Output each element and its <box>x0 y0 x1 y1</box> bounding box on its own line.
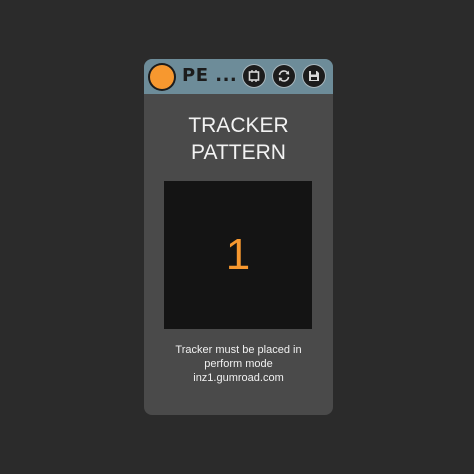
device-heading: TRACKER PATTERN <box>144 112 333 166</box>
device-title[interactable]: PE ... <box>182 64 237 88</box>
device-panel: PE ... TRACKER PATTERN 1 Tracker must be… <box>144 59 333 415</box>
heading-line-2: PATTERN <box>191 141 286 164</box>
device-button[interactable] <box>243 65 265 87</box>
device-titlebar: PE ... <box>144 59 333 94</box>
note-line-1: Tracker must be placed in <box>175 344 302 356</box>
device-note: Tracker must be placed in perform mode i… <box>144 343 333 385</box>
device-power-toggle[interactable] <box>150 65 174 89</box>
refresh-icon <box>278 70 290 82</box>
refresh-button[interactable] <box>273 65 295 87</box>
note-line-3: inz1.gumroad.com <box>193 372 284 384</box>
pattern-display: 1 <box>164 181 312 329</box>
save-button[interactable] <box>303 65 325 87</box>
device-icon <box>248 70 260 82</box>
note-line-2: perform mode <box>204 358 273 370</box>
pattern-number: 1 <box>225 230 251 279</box>
save-icon <box>309 71 319 81</box>
heading-line-1: TRACKER <box>188 114 289 137</box>
